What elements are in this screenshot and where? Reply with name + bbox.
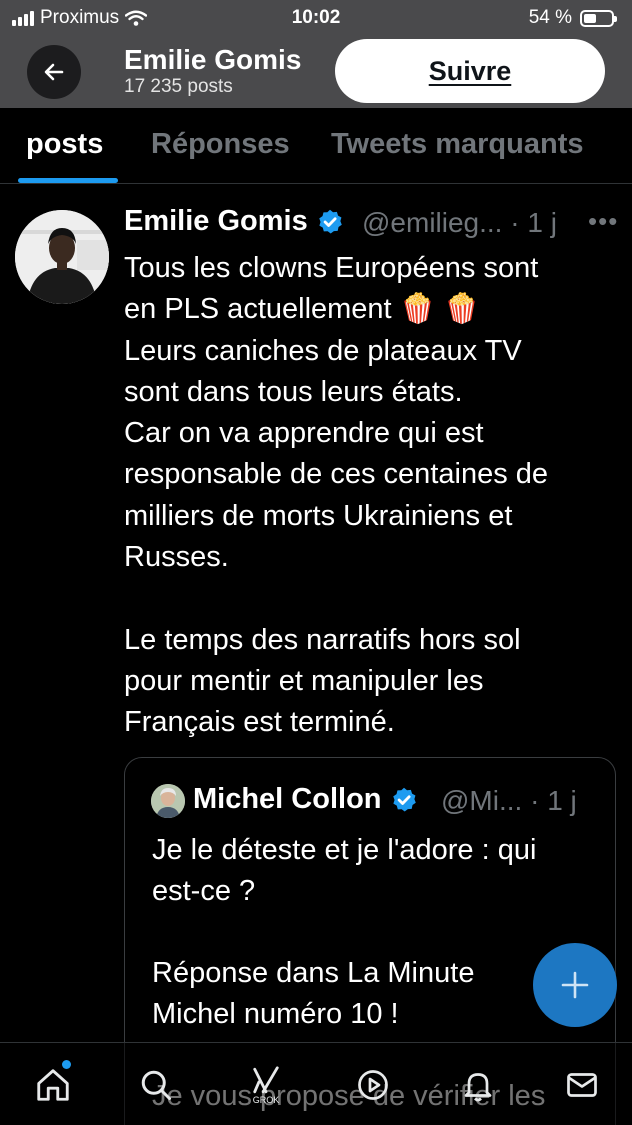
tab-replies[interactable]: Réponses xyxy=(151,128,290,161)
quoted-tweet-time: · 1 j xyxy=(530,785,577,816)
nav-search[interactable] xyxy=(136,1065,176,1105)
nav-home[interactable] xyxy=(33,1065,73,1105)
tweet-text: Tous les clowns Européens sont en PLS ac… xyxy=(124,252,549,739)
nav-notifications[interactable] xyxy=(458,1065,498,1105)
profile-tabs: posts Réponses Tweets marquants xyxy=(0,108,632,184)
battery-info: 54 % xyxy=(528,7,617,29)
nav-grok[interactable]: GROK xyxy=(246,1065,286,1105)
follow-button[interactable]: Suivre xyxy=(335,39,605,103)
quoted-author-avatar xyxy=(151,784,185,818)
status-bar: Proximus 10:02 54 % xyxy=(0,0,632,36)
grok-label: GROK xyxy=(252,1095,280,1105)
post-count: 17 235 posts xyxy=(124,76,233,97)
quoted-avatar-image xyxy=(151,784,185,818)
handle-text: @emilieg... xyxy=(362,207,503,238)
home-icon xyxy=(37,1069,69,1101)
video-icon xyxy=(358,1070,388,1100)
nav-video[interactable] xyxy=(353,1065,393,1105)
notifications-icon xyxy=(464,1073,492,1102)
quoted-author-name: Michel Collon xyxy=(193,783,418,816)
quoted-handle-text: @Mi... xyxy=(441,785,523,816)
avatar-image xyxy=(15,210,109,304)
messages-icon xyxy=(567,1073,597,1097)
bottom-nav: GROK xyxy=(0,1042,632,1125)
active-tab-indicator xyxy=(18,178,118,183)
arrow-left-icon xyxy=(44,63,64,81)
search-icon xyxy=(141,1070,171,1100)
home-notification-dot xyxy=(62,1060,71,1069)
plus-icon xyxy=(561,971,589,999)
profile-header: Emilie Gomis 17 235 posts Suivre xyxy=(0,36,632,108)
author-name-text: Emilie Gomis xyxy=(124,205,308,237)
tab-highlights[interactable]: Tweets marquants xyxy=(331,128,583,161)
verified-badge-icon xyxy=(319,209,342,234)
tweet-time: · 1 j xyxy=(510,207,557,238)
compose-button[interactable] xyxy=(533,943,617,1027)
more-options-icon[interactable]: ••• xyxy=(588,206,618,237)
tab-posts[interactable]: posts xyxy=(26,128,103,161)
nav-messages[interactable] xyxy=(562,1065,602,1105)
battery-icon xyxy=(580,9,617,27)
author-avatar[interactable] xyxy=(15,210,109,304)
battery-percent: 54 % xyxy=(528,7,572,28)
quoted-author-name-text: Michel Collon xyxy=(193,783,382,815)
quoted-author-handle: @Mi... · 1 j xyxy=(441,785,577,817)
author-name[interactable]: Emilie Gomis xyxy=(124,205,344,238)
profile-name: Emilie Gomis xyxy=(124,44,302,75)
grok-icon xyxy=(253,1066,279,1094)
back-button[interactable] xyxy=(27,45,81,99)
verified-badge-icon xyxy=(392,787,416,812)
author-handle[interactable]: @emilieg... · 1 j xyxy=(362,207,557,239)
